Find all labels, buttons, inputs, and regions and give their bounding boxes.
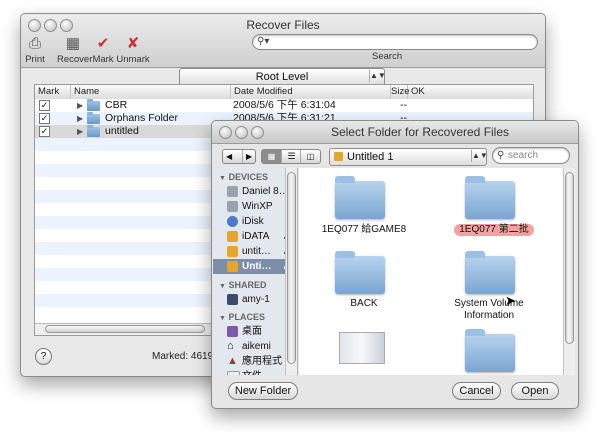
- mark-button[interactable]: ✔ Mark: [91, 35, 115, 65]
- main-window-title: Recover Files: [246, 18, 320, 32]
- back-forward-control: ◀ ▶: [222, 149, 256, 164]
- sidebar-scroll-thumb[interactable]: [287, 172, 296, 364]
- column-mark[interactable]: Mark: [35, 85, 71, 99]
- column-view-icon[interactable]: ◫: [300, 150, 320, 163]
- column-ok[interactable]: OK: [408, 85, 533, 99]
- disclosure-triangle-icon[interactable]: ▶: [77, 112, 83, 125]
- folder-icon: [465, 251, 515, 294]
- volume-icon: [227, 261, 238, 272]
- row-name: Orphans Folder: [105, 112, 178, 124]
- row-name: CBR: [105, 99, 128, 111]
- column-size[interactable]: Size: [391, 85, 409, 99]
- file-browser: 1EQ077 給GAME8 1EQ077 第二批 BACK System Vol…: [299, 168, 575, 375]
- file-item[interactable]: BACK: [299, 243, 429, 313]
- browser-scroll-thumb[interactable]: [565, 172, 574, 344]
- row-checkbox[interactable]: ✓: [39, 100, 50, 111]
- list-view-icon[interactable]: ☰: [281, 150, 301, 163]
- row-checkbox[interactable]: ✓: [39, 126, 50, 137]
- dialog-title: Select Folder for Recovered Files: [330, 125, 510, 139]
- devices-header: ▼ DEVICES: [219, 172, 268, 182]
- folder-icon: [465, 176, 515, 219]
- column-name[interactable]: Name: [71, 85, 231, 99]
- folder-icon: [335, 176, 385, 219]
- search-icon: ⚲▾: [257, 36, 270, 47]
- desktop-icon: [227, 326, 238, 337]
- file-item[interactable]: [299, 326, 429, 375]
- help-button[interactable]: ?: [35, 348, 52, 365]
- column-date[interactable]: Date Modified: [231, 85, 391, 99]
- home-icon: ⌂: [227, 340, 234, 352]
- forward-icon[interactable]: ▶: [242, 150, 252, 163]
- main-titlebar: Recover Files ⎙ Print ▦ Recover ✔ Mark ✘…: [21, 14, 545, 68]
- harddisk-icon: [227, 186, 238, 197]
- places-header: ▼ PLACES: [219, 312, 265, 322]
- magnifier-icon: ⚲: [497, 150, 505, 161]
- mouse-cursor-icon: ➤: [505, 293, 516, 308]
- unmark-button[interactable]: ✘ Unmark: [116, 35, 150, 65]
- image-thumbnail-icon: [339, 332, 385, 364]
- dialog-titlebar: Select Folder for Recovered Files: [212, 121, 578, 144]
- folder-icon: [87, 125, 100, 137]
- disclosure-triangle-icon[interactable]: ▶: [77, 99, 83, 112]
- computer-icon: [227, 294, 238, 305]
- recover-button[interactable]: ▦ Recover: [57, 35, 92, 65]
- view-switcher: ▦ ☰ ◫: [261, 149, 321, 164]
- sidebar-scrollbar[interactable]: [285, 168, 297, 375]
- scrollbar-thumb[interactable]: [45, 325, 205, 333]
- disk-icon: ▦: [65, 35, 81, 52]
- unmark-icon: ✘: [126, 35, 140, 52]
- row-size: --: [400, 99, 407, 111]
- main-search-field[interactable]: ⚲▾: [252, 34, 538, 50]
- folder-icon: [335, 251, 385, 294]
- idisk-icon: [227, 216, 238, 227]
- dialog-sidebar: ▼ DEVICES Daniel 8… WinXP iDisk iDATA ⏏ …: [213, 168, 298, 375]
- search-label: Search: [372, 51, 403, 62]
- browser-scrollbar[interactable]: [563, 168, 575, 375]
- select-folder-dialog: Select Folder for Recovered Files ◀ ▶ ▦ …: [211, 120, 579, 409]
- status-text: Marked: 46195: [152, 351, 219, 362]
- harddisk-icon: [227, 201, 238, 212]
- file-item[interactable]: [429, 326, 559, 375]
- folder-icon: [465, 329, 515, 372]
- new-folder-button[interactable]: New Folder: [228, 382, 298, 400]
- row-date: 2008/5/6 下午 6:31:04: [233, 99, 336, 111]
- back-icon[interactable]: ◀: [226, 150, 232, 163]
- row-name: untitled: [105, 125, 139, 137]
- dialog-search-field[interactable]: ⚲ search: [492, 147, 570, 164]
- volume-icon: [227, 246, 238, 257]
- red-label: 1EQ077 第二批: [454, 224, 534, 236]
- print-button[interactable]: ⎙ Print: [23, 35, 47, 65]
- row-checkbox[interactable]: ✓: [39, 113, 50, 124]
- dialog-location-popup[interactable]: Untitled 1 ▲▼: [329, 148, 488, 166]
- applications-icon: ▲: [227, 355, 238, 367]
- cancel-button[interactable]: Cancel: [452, 382, 501, 400]
- icon-view-icon[interactable]: ▦: [262, 150, 281, 163]
- search-placeholder: search: [508, 150, 539, 161]
- volume-icon: [334, 152, 343, 161]
- table-header: Mark Name Date Modified Size OK: [35, 85, 533, 100]
- open-button[interactable]: Open: [511, 382, 559, 400]
- checkmark-icon: ✔: [96, 35, 110, 52]
- printer-icon: ⎙: [28, 35, 41, 52]
- popup-arrows-icon: ▲▼: [369, 70, 386, 82]
- folder-icon: [87, 99, 100, 111]
- file-item[interactable]: 1EQ077 給GAME8: [299, 168, 429, 238]
- disclosure-triangle-icon[interactable]: ▶: [77, 125, 83, 138]
- folder-icon: [87, 112, 100, 124]
- popup-arrows-icon: ▲▼: [471, 150, 488, 162]
- file-item[interactable]: System Volume Information: [429, 243, 559, 321]
- volume-icon: [227, 231, 238, 242]
- shared-header: ▼ SHARED: [219, 280, 267, 290]
- file-item[interactable]: 1EQ077 第二批: [429, 168, 559, 238]
- table-row[interactable]: ✓ ▶ CBR 2008/5/6 下午 6:31:04 --: [35, 99, 533, 112]
- documents-icon: [227, 371, 240, 375]
